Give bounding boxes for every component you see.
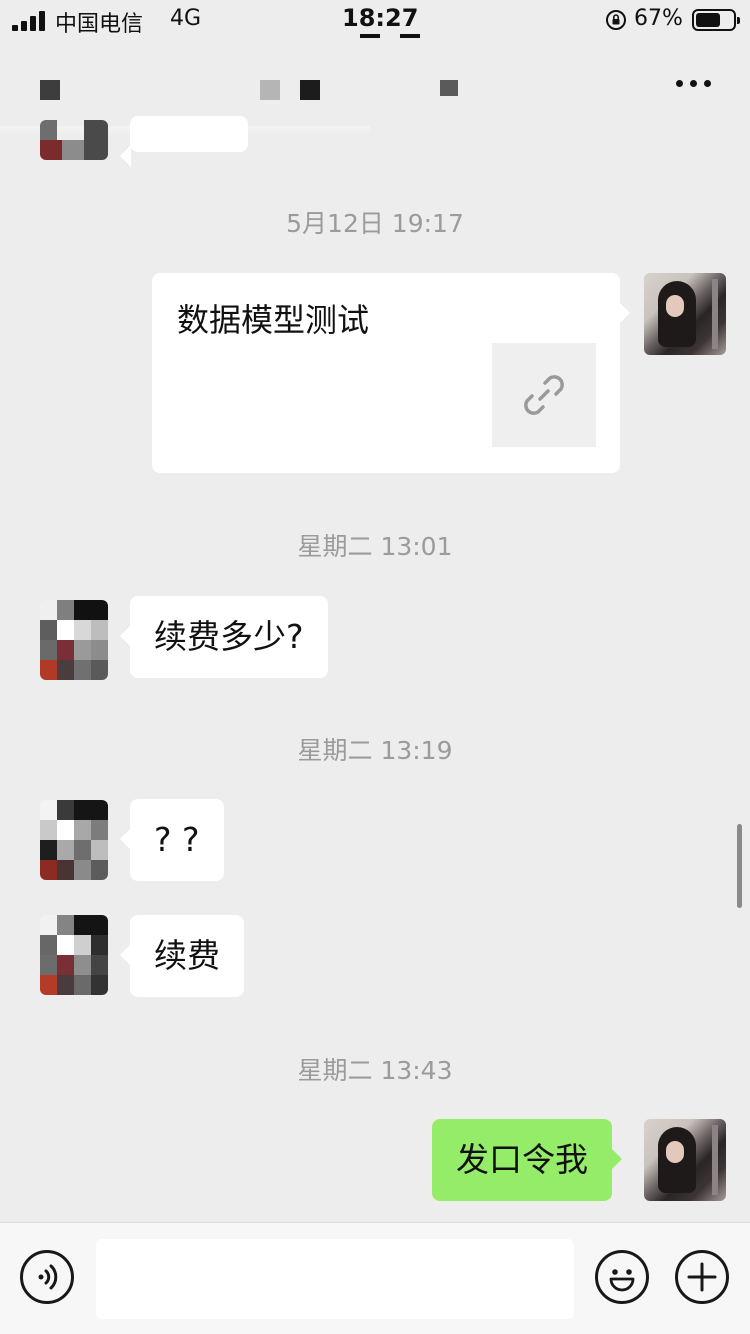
rotation-lock-icon xyxy=(606,10,626,30)
battery-icon xyxy=(692,9,740,31)
message-timestamp: 星期二 13:01 xyxy=(297,532,453,561)
more-horizontal-icon[interactable] xyxy=(672,76,716,90)
message-bubble[interactable]: 续费多少? xyxy=(120,596,328,678)
title-obscured-block xyxy=(440,80,458,96)
contact-avatar[interactable] xyxy=(40,915,108,995)
contact-avatar[interactable] xyxy=(40,800,108,880)
message-input[interactable] xyxy=(96,1239,574,1319)
emoji-button[interactable] xyxy=(595,1250,649,1304)
emoji-icon xyxy=(609,1269,635,1292)
voice-icon xyxy=(38,1264,58,1290)
input-bar xyxy=(0,1222,750,1334)
message-bubble[interactable]: 续费 xyxy=(120,915,244,997)
link-title: 数据模型测试 xyxy=(177,301,370,339)
signal-strength-icon xyxy=(12,11,48,31)
battery-percent: 67% xyxy=(634,6,683,31)
voice-input-button[interactable] xyxy=(20,1250,74,1304)
back-button[interactable] xyxy=(40,80,60,100)
add-button[interactable] xyxy=(675,1250,729,1304)
chat-header xyxy=(0,40,750,136)
scrollbar[interactable] xyxy=(737,824,742,908)
message-timestamp: 星期二 13:19 xyxy=(297,736,453,765)
carrier-name: 中国电信 xyxy=(55,12,144,37)
link-message-card[interactable]: 数据模型测试 xyxy=(152,273,630,473)
link-thumbnail xyxy=(492,343,596,447)
time-overlay-bar-left xyxy=(360,34,380,38)
time-overlay-bar-right xyxy=(400,34,420,38)
status-time: 18:27 xyxy=(342,4,419,32)
my-avatar[interactable] xyxy=(644,1119,726,1201)
battery-level xyxy=(696,13,720,27)
message-list[interactable]: 5月12日 19:17 数据模型测试 星期二 13:01 续费多少? 星期二 1… xyxy=(0,116,750,1222)
link-icon xyxy=(524,375,564,415)
network-type: 4G xyxy=(170,6,202,31)
message-bubble-partial[interactable] xyxy=(120,116,248,167)
contact-avatar[interactable] xyxy=(40,120,108,160)
message-bubble[interactable]: ? ? xyxy=(120,799,224,881)
message-timestamp: 星期二 13:43 xyxy=(297,1056,453,1085)
plus-icon xyxy=(687,1262,717,1292)
status-bar: 中国电信 4G 18:27 67% xyxy=(0,0,750,40)
contact-avatar[interactable] xyxy=(40,600,108,680)
title-obscured-block xyxy=(300,80,320,100)
my-message-bubble[interactable]: 发口令我 xyxy=(432,1119,622,1201)
my-avatar[interactable] xyxy=(644,273,726,355)
message-timestamp: 5月12日 19:17 xyxy=(286,209,464,238)
title-obscured-block xyxy=(260,80,280,100)
